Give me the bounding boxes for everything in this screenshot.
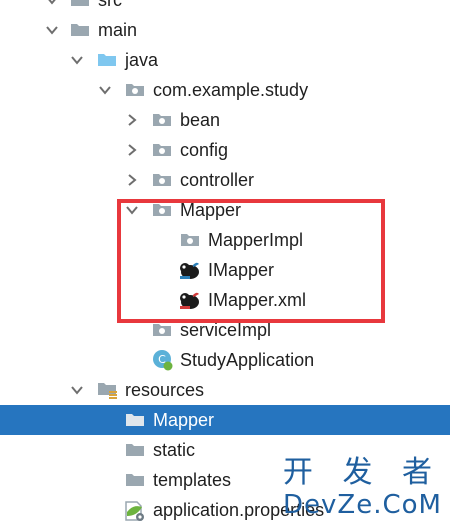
tree-item-mapperimpl[interactable]: MapperImpl: [0, 225, 450, 255]
chevron-right-icon[interactable]: [125, 173, 139, 187]
source-folder-icon: [97, 51, 117, 72]
resources-folder-icon: [97, 380, 119, 405]
chevron-down-icon[interactable]: [45, 0, 59, 7]
tree-item-main[interactable]: main: [0, 15, 450, 45]
tree-item-label: templates: [153, 470, 232, 490]
tree-item-label: Mapper: [180, 200, 242, 220]
spring-boot-class-icon: C: [152, 349, 174, 376]
tree-item-bean[interactable]: bean: [0, 105, 450, 135]
tree-item-config[interactable]: config: [0, 135, 450, 165]
tree-item-resources[interactable]: resources: [0, 375, 450, 405]
folder-icon: [125, 471, 145, 492]
chevron-down-icon[interactable]: [70, 53, 84, 67]
package-icon: [152, 201, 172, 222]
tree-item-imapper[interactable]: IMapper: [0, 255, 450, 285]
chevron-down-icon[interactable]: [45, 23, 59, 37]
tree-item-serviceimpl[interactable]: serviceImpl: [0, 315, 450, 345]
mybatis-xml-icon: [177, 289, 201, 316]
package-icon: [152, 141, 172, 162]
folder-icon: [125, 441, 145, 462]
mybatis-interface-icon: [177, 259, 201, 286]
package-icon: [180, 231, 200, 252]
chevron-right-icon[interactable]: [125, 143, 139, 157]
tree-item-java[interactable]: java: [0, 45, 450, 75]
package-icon: [125, 81, 145, 102]
tree-item-label: bean: [180, 110, 221, 130]
tree-item-com-example-study[interactable]: com.example.study: [0, 75, 450, 105]
chevron-down-icon[interactable]: [70, 383, 84, 397]
tree-item-label: serviceImpl: [180, 320, 272, 340]
properties-file-icon: [123, 500, 147, 527]
tree-item-label: controller: [180, 170, 255, 190]
package-icon: [152, 321, 172, 342]
tree-item-mapper-package[interactable]: Mapper: [0, 195, 450, 225]
tree-item-controller[interactable]: controller: [0, 165, 450, 195]
chevron-right-icon[interactable]: [125, 113, 139, 127]
tree-item-label: resources: [125, 380, 205, 400]
tree-item-label: StudyApplication: [180, 350, 315, 370]
watermark-line1: 开 发 者: [282, 455, 442, 490]
tree-item-label: Mapper: [153, 410, 215, 430]
tree-item-label: src: [98, 0, 122, 10]
tree-item-src[interactable]: src: [0, 0, 450, 15]
tree-item-label: IMapper.xml: [208, 290, 307, 310]
watermark-line2: DevZe.CoM: [283, 490, 442, 520]
tree-item-mapper-folder[interactable]: Mapper: [0, 405, 450, 435]
package-icon: [152, 111, 172, 132]
tree-item-label: com.example.study: [153, 80, 309, 100]
tree-item-studyapplication[interactable]: C StudyApplication: [0, 345, 450, 375]
folder-icon: [70, 21, 90, 42]
tree-item-label: IMapper: [208, 260, 275, 280]
watermark: 开 发 者 DevZe.CoM: [282, 455, 442, 521]
tree-item-label: java: [125, 50, 159, 70]
folder-icon: [70, 0, 90, 12]
tree-item-label: MapperImpl: [208, 230, 304, 250]
chevron-down-icon[interactable]: [125, 203, 139, 217]
tree-item-label: static: [153, 440, 196, 460]
folder-icon: [125, 411, 145, 432]
tree-item-label: config: [180, 140, 229, 160]
chevron-down-icon[interactable]: [98, 83, 112, 97]
tree-item-label: main: [98, 20, 138, 40]
package-icon: [152, 171, 172, 192]
tree-item-imapper-xml[interactable]: IMapper.xml: [0, 285, 450, 315]
